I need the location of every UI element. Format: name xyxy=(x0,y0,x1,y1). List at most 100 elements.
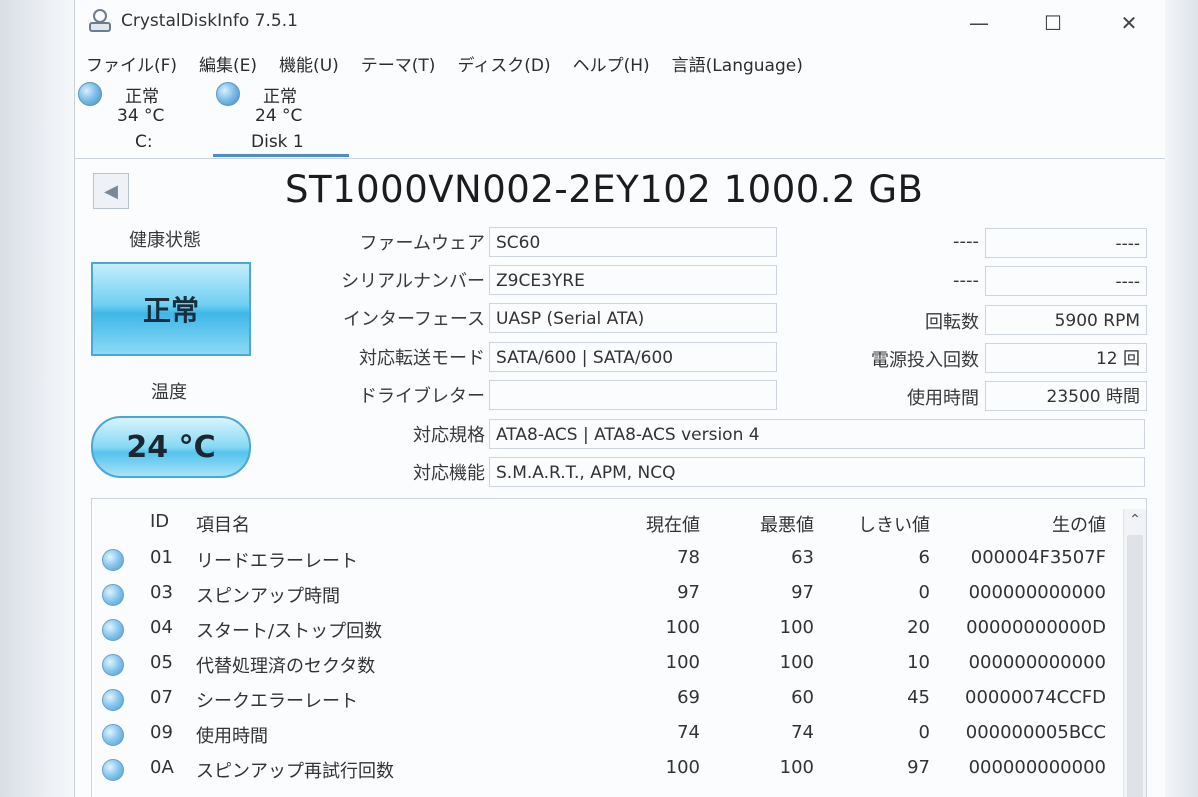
cell-threshold: 6 xyxy=(918,547,930,568)
menu-help[interactable]: ヘルプ(H) xyxy=(562,50,661,82)
minimize-button[interactable]: — xyxy=(957,8,1001,38)
blank-field-1: ---- xyxy=(985,228,1147,258)
table-row[interactable]: 04 スタート/ストップ回数 100 100 20 00000000000D xyxy=(92,611,1112,646)
cell-raw: 00000074CCFD xyxy=(965,687,1106,708)
temperature-badge: 24 °C xyxy=(91,416,251,478)
health-status-button[interactable]: 正常 xyxy=(91,262,251,356)
cell-raw: 00000000000D xyxy=(966,617,1106,638)
disk-tab-c[interactable]: 正常 34 °C C: xyxy=(77,80,197,158)
smart-attributes-table[interactable]: ID 項目名 現在値 最悪値 しきい値 生の値 01 リードエラーレート 78 … xyxy=(91,498,1147,797)
cell-raw: 000000000000 xyxy=(968,757,1106,778)
table-row[interactable]: 05 代替処理済のセクタ数 100 100 10 000000000000 xyxy=(92,646,1112,681)
menu-edit[interactable]: 編集(E) xyxy=(188,50,268,82)
table-row[interactable]: 03 スピンアップ時間 97 97 0 000000000000 xyxy=(92,576,1112,611)
transfer-mode-label: 対応転送モード xyxy=(359,348,485,369)
cell-worst: 60 xyxy=(791,687,814,708)
disk-tab-temp: 24 °C xyxy=(255,106,303,126)
blank-field-2: ---- xyxy=(985,266,1147,296)
status-dot-icon xyxy=(102,689,124,711)
cell-current: 100 xyxy=(665,757,700,778)
cell-current: 100 xyxy=(665,652,700,673)
window-title: CrystalDiskInfo 7.5.1 xyxy=(121,11,298,31)
cell-current: 69 xyxy=(677,687,700,708)
screen-bezel-left xyxy=(0,0,74,797)
standard-field: ATA8-ACS | ATA8-ACS version 4 xyxy=(489,419,1145,449)
rotation-field: 5900 RPM xyxy=(985,305,1147,335)
status-dot-icon xyxy=(216,82,240,106)
cell-worst: 100 xyxy=(779,617,814,638)
health-label: 健康状態 xyxy=(129,230,201,251)
cell-name: シークエラーレート xyxy=(196,691,358,712)
cell-name: スピンアップ再試行回数 xyxy=(196,761,394,782)
interface-label: インターフェース xyxy=(342,309,485,330)
previous-disk-button[interactable]: ◀ xyxy=(93,173,129,209)
table-row[interactable]: 09 使用時間 74 74 0 000000005BCC xyxy=(92,716,1112,751)
status-dot-icon xyxy=(102,724,124,746)
cell-id: 03 xyxy=(150,582,173,603)
menu-bar: ファイル(F) 編集(E) 機能(U) テーマ(T) ディスク(D) ヘルプ(H… xyxy=(75,50,1165,82)
standard-label: 対応規格 xyxy=(413,425,485,446)
status-dot-icon xyxy=(78,82,102,106)
cell-threshold: 10 xyxy=(907,652,930,673)
app-disk-icon xyxy=(89,9,111,32)
maximize-button[interactable]: ☐ xyxy=(1031,8,1075,38)
features-label: 対応機能 xyxy=(413,463,485,484)
cell-raw: 000000000000 xyxy=(968,582,1106,603)
column-header-id[interactable]: ID xyxy=(150,511,169,532)
cell-name: スタート/ストップ回数 xyxy=(196,621,383,642)
divider xyxy=(75,158,1165,159)
rotation-label: 回転数 xyxy=(925,312,979,333)
blank-label-1: ---- xyxy=(953,231,979,252)
scroll-up-icon[interactable]: ⌃ xyxy=(1126,509,1144,531)
cell-threshold: 45 xyxy=(907,687,930,708)
cell-current: 97 xyxy=(677,582,700,603)
cell-raw: 000000000000 xyxy=(968,652,1106,673)
status-dot-icon xyxy=(102,759,124,781)
menu-function[interactable]: 機能(U) xyxy=(268,50,350,82)
cell-worst: 97 xyxy=(791,582,814,603)
cell-threshold: 0 xyxy=(918,582,930,603)
table-row[interactable]: 01 リードエラーレート 78 63 6 000004F3507F xyxy=(92,541,1112,576)
power-on-count-label: 電源投入回数 xyxy=(871,350,979,371)
disk-tab-name: Disk 1 xyxy=(251,132,304,152)
features-field: S.M.A.R.T., APM, NCQ xyxy=(489,457,1145,487)
column-header-threshold[interactable]: しきい値 xyxy=(832,511,930,537)
cell-name: リードエラーレート xyxy=(196,551,358,572)
column-header-current[interactable]: 現在値 xyxy=(612,511,700,537)
firmware-field: SC60 xyxy=(489,227,777,257)
scrollbar-thumb[interactable] xyxy=(1127,535,1143,797)
app-window: CrystalDiskInfo 7.5.1 — ☐ ✕ ファイル(F) 編集(E… xyxy=(74,0,1165,797)
disk-tab-temp: 34 °C xyxy=(117,106,165,126)
serial-field: Z9CE3YRE xyxy=(489,265,777,295)
temperature-label: 温度 xyxy=(151,382,187,403)
cell-name: 使用時間 xyxy=(196,726,268,747)
menu-disk[interactable]: ディスク(D) xyxy=(446,50,561,82)
cell-raw: 000004F3507F xyxy=(970,547,1106,568)
blank-label-2: ---- xyxy=(953,270,979,291)
table-row[interactable]: 07 シークエラーレート 69 60 45 00000074CCFD xyxy=(92,681,1112,716)
arrow-left-icon: ◀ xyxy=(104,180,118,202)
menu-file[interactable]: ファイル(F) xyxy=(75,50,188,82)
transfer-mode-field: SATA/600 | SATA/600 xyxy=(489,342,777,372)
column-header-raw[interactable]: 生の値 xyxy=(942,511,1106,537)
power-on-count-field: 12 回 xyxy=(985,343,1147,373)
cell-id: 04 xyxy=(150,617,173,638)
menu-language[interactable]: 言語(Language) xyxy=(661,50,814,82)
menu-theme[interactable]: テーマ(T) xyxy=(350,50,447,82)
column-header-name[interactable]: 項目名 xyxy=(196,511,250,537)
disk-tab-status: 正常 xyxy=(125,87,159,107)
cell-threshold: 0 xyxy=(918,722,930,743)
cell-id: 07 xyxy=(150,687,173,708)
cell-current: 74 xyxy=(677,722,700,743)
status-dot-icon xyxy=(102,619,124,641)
column-header-worst[interactable]: 最悪値 xyxy=(732,511,814,537)
table-row[interactable]: 0A スピンアップ再試行回数 100 100 97 000000000000 xyxy=(92,751,1112,786)
firmware-label: ファームウェア xyxy=(359,233,485,254)
cell-name: スピンアップ時間 xyxy=(196,586,340,607)
cell-name: 代替処理済のセクタ数 xyxy=(196,656,376,677)
power-on-hours-label: 使用時間 xyxy=(907,388,979,409)
drive-letter-field xyxy=(489,380,777,410)
close-button[interactable]: ✕ xyxy=(1107,8,1151,38)
active-tab-indicator xyxy=(213,154,349,157)
disk-tab-disk1[interactable]: 正常 24 °C Disk 1 xyxy=(215,80,335,158)
